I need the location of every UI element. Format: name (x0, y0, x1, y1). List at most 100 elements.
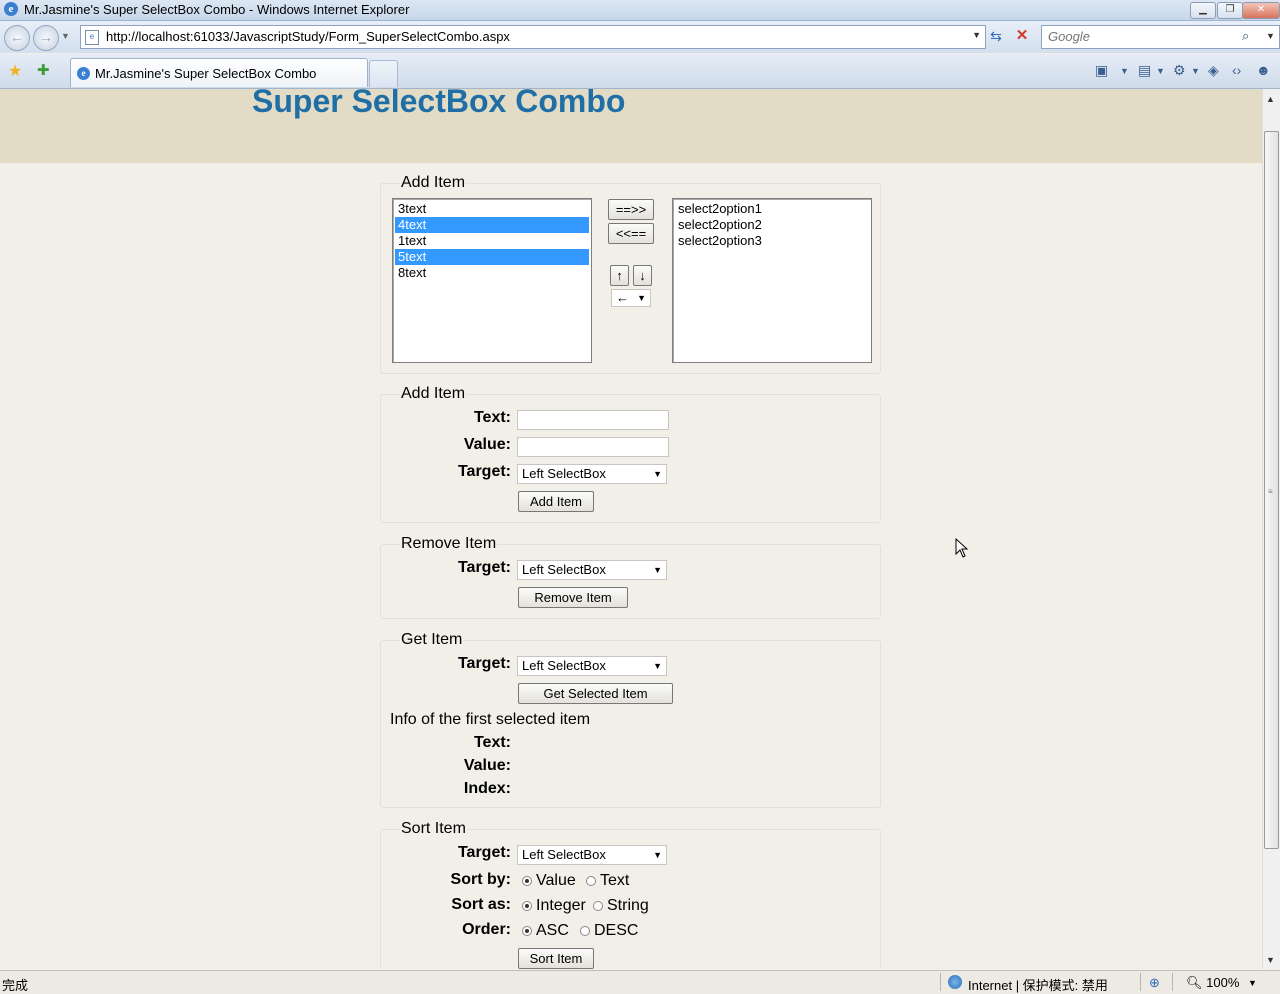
favorites-star-icon[interactable]: ★ (8, 61, 22, 81)
get-selected-item-button[interactable]: Get Selected Item (518, 683, 673, 704)
remove-target-select[interactable]: Left SelectBox ▼ (517, 560, 667, 580)
chevron-down-icon: ▼ (653, 469, 662, 479)
remove-item-button[interactable]: Remove Item (518, 587, 628, 608)
sort-target-select[interactable]: Left SelectBox ▼ (517, 845, 667, 865)
search-input[interactable]: Google ⌕ ▼ (1041, 25, 1280, 49)
page-dropdown-icon[interactable]: ▼ (1156, 66, 1165, 76)
window-titlebar: e Mr.Jasmine's Super SelectBox Combo - W… (0, 0, 1280, 21)
add-item-button[interactable]: Add Item (518, 491, 594, 512)
add-target-value: Left SelectBox (522, 466, 606, 481)
add-favorite-icon[interactable]: ✚ (37, 61, 50, 79)
page-banner: Super SelectBox Combo (0, 89, 1262, 163)
transfer-fieldset: Add Item 3text 4text 1text 5text 8text ==>> … (380, 174, 881, 374)
direction-select[interactable]: ← ▼ (611, 289, 651, 307)
scroll-down-icon[interactable]: ▼ (1266, 955, 1275, 965)
feeds-dropdown-icon[interactable]: ▼ (1120, 66, 1129, 76)
scroll-up-icon[interactable]: ▲ (1266, 94, 1275, 104)
tab-super-selectbox-combo[interactable]: e Mr.Jasmine's Super SelectBox Combo (70, 58, 368, 87)
tab-page-icon: e (77, 67, 90, 80)
info-text-label: Text: (473, 734, 511, 751)
minimize-button[interactable]: ▁ (1190, 2, 1216, 19)
sort-item-fieldset: Sort Item Target: Left SelectBox ▼ Sort … (380, 820, 881, 969)
zoom-level[interactable]: 🔍︎ 100% (1186, 975, 1239, 991)
add-target-label: Target: (457, 463, 511, 480)
feeds-icon[interactable]: ▣ (1095, 62, 1108, 79)
left-option[interactable]: 8text (395, 265, 589, 281)
add-text-label: Text: (473, 409, 511, 426)
order-desc-radio[interactable] (580, 926, 590, 936)
chevron-down-icon: ▼ (653, 661, 662, 671)
tab-label: Mr.Jasmine's Super SelectBox Combo (95, 66, 317, 81)
left-option[interactable]: 3text (395, 201, 589, 217)
right-option[interactable]: select2option3 (675, 233, 869, 249)
new-tab-button[interactable] (369, 60, 398, 87)
messenger-icon[interactable]: ☻ (1256, 62, 1271, 78)
add-text-input[interactable] (517, 410, 669, 430)
back-button[interactable]: ← (4, 25, 30, 51)
move-left-button[interactable]: <<== (608, 223, 654, 244)
developer-tools-icon[interactable]: ‹› (1232, 62, 1241, 78)
transfer-legend: Add Item (400, 174, 467, 192)
vertical-scrollbar[interactable]: ▲ ≡ ▼ (1262, 89, 1280, 969)
history-dropdown-icon[interactable]: ▼ (61, 31, 70, 41)
get-target-select[interactable]: Left SelectBox ▼ (517, 656, 667, 676)
move-right-button[interactable]: ==>> (608, 199, 654, 220)
zoom-value: 100% (1206, 975, 1240, 990)
tools-dropdown-icon[interactable]: ▼ (1191, 66, 1200, 76)
sort-as-integer-radio[interactable] (522, 901, 532, 911)
page-title: Super SelectBox Combo (252, 89, 626, 119)
sort-by-text-label: Text (600, 872, 630, 889)
stop-icon[interactable]: ✕ (1012, 26, 1032, 46)
sort-as-string-radio[interactable] (593, 901, 603, 911)
right-option[interactable]: select2option2 (675, 217, 869, 233)
order-desc-label: DESC (594, 922, 639, 939)
remove-target-label: Target: (457, 559, 511, 576)
move-down-button[interactable]: ↓ (633, 265, 652, 286)
sort-target-value: Left SelectBox (522, 847, 606, 862)
forward-button[interactable]: → (33, 25, 59, 51)
status-bar: 完成 Internet | 保护模式: 禁用 ⊕ 🔍︎ 100% ▼ (0, 970, 1280, 994)
sort-item-legend: Sort Item (400, 820, 467, 838)
close-window-button[interactable]: ✕ (1242, 2, 1280, 19)
window-title: Mr.Jasmine's Super SelectBox Combo - Win… (24, 2, 410, 17)
internet-globe-icon (948, 975, 962, 989)
zoom-dropdown-icon[interactable]: ▼ (1248, 978, 1257, 988)
order-asc-radio[interactable] (522, 926, 532, 936)
sort-as-integer-label: Integer (536, 897, 586, 914)
left-option[interactable]: 5text (395, 249, 589, 265)
security-zone[interactable]: Internet | 保护模式: 禁用 (968, 975, 1108, 994)
back-arrow-icon: ← (10, 29, 24, 45)
add-value-input[interactable] (517, 437, 669, 457)
address-dropdown-icon[interactable]: ▼ (972, 30, 981, 40)
add-value-label: Value: (463, 436, 511, 453)
status-text: 完成 (2, 978, 29, 993)
search-dropdown-icon[interactable]: ▼ (1266, 31, 1275, 41)
address-input[interactable]: e http://localhost:61033/JavascriptStudy… (80, 25, 986, 49)
status-divider (1172, 973, 1173, 991)
tab-bar: ★ ✚ e Mr.Jasmine's Super SelectBox Combo… (0, 54, 1280, 89)
left-selectbox[interactable]: 3text 4text 1text 5text 8text (392, 198, 592, 363)
right-option[interactable]: select2option1 (675, 201, 869, 217)
page-menu-icon[interactable]: ▤ (1138, 62, 1151, 79)
status-divider (940, 973, 941, 991)
move-up-button[interactable]: ↑ (610, 265, 629, 286)
restore-button[interactable]: ❐ (1217, 2, 1243, 19)
sort-by-text-radio[interactable] (586, 876, 596, 886)
tools-gear-icon[interactable]: ⚙ (1173, 62, 1186, 79)
research-icon[interactable]: ◈ (1208, 62, 1219, 79)
sort-by-value-radio[interactable] (522, 876, 532, 886)
forward-arrow-icon: → (39, 29, 53, 45)
right-selectbox[interactable]: select2option1 select2option2 select2optio… (672, 198, 872, 363)
refresh-icon[interactable]: ⇆ (986, 26, 1006, 46)
left-option[interactable]: 1text (395, 233, 589, 249)
add-target-select[interactable]: Left SelectBox ▼ (517, 464, 667, 484)
protected-mode-icon[interactable]: ⊕ (1149, 975, 1160, 991)
info-value-label: Value: (463, 757, 511, 774)
order-label: Order: (462, 921, 511, 938)
mouse-cursor-icon (955, 538, 969, 558)
sort-as-string-label: String (607, 897, 649, 914)
remove-item-legend: Remove Item (400, 535, 498, 553)
left-option[interactable]: 4text (395, 217, 589, 233)
search-icon[interactable]: ⌕ (1242, 28, 1249, 44)
sort-item-button[interactable]: Sort Item (518, 948, 594, 969)
